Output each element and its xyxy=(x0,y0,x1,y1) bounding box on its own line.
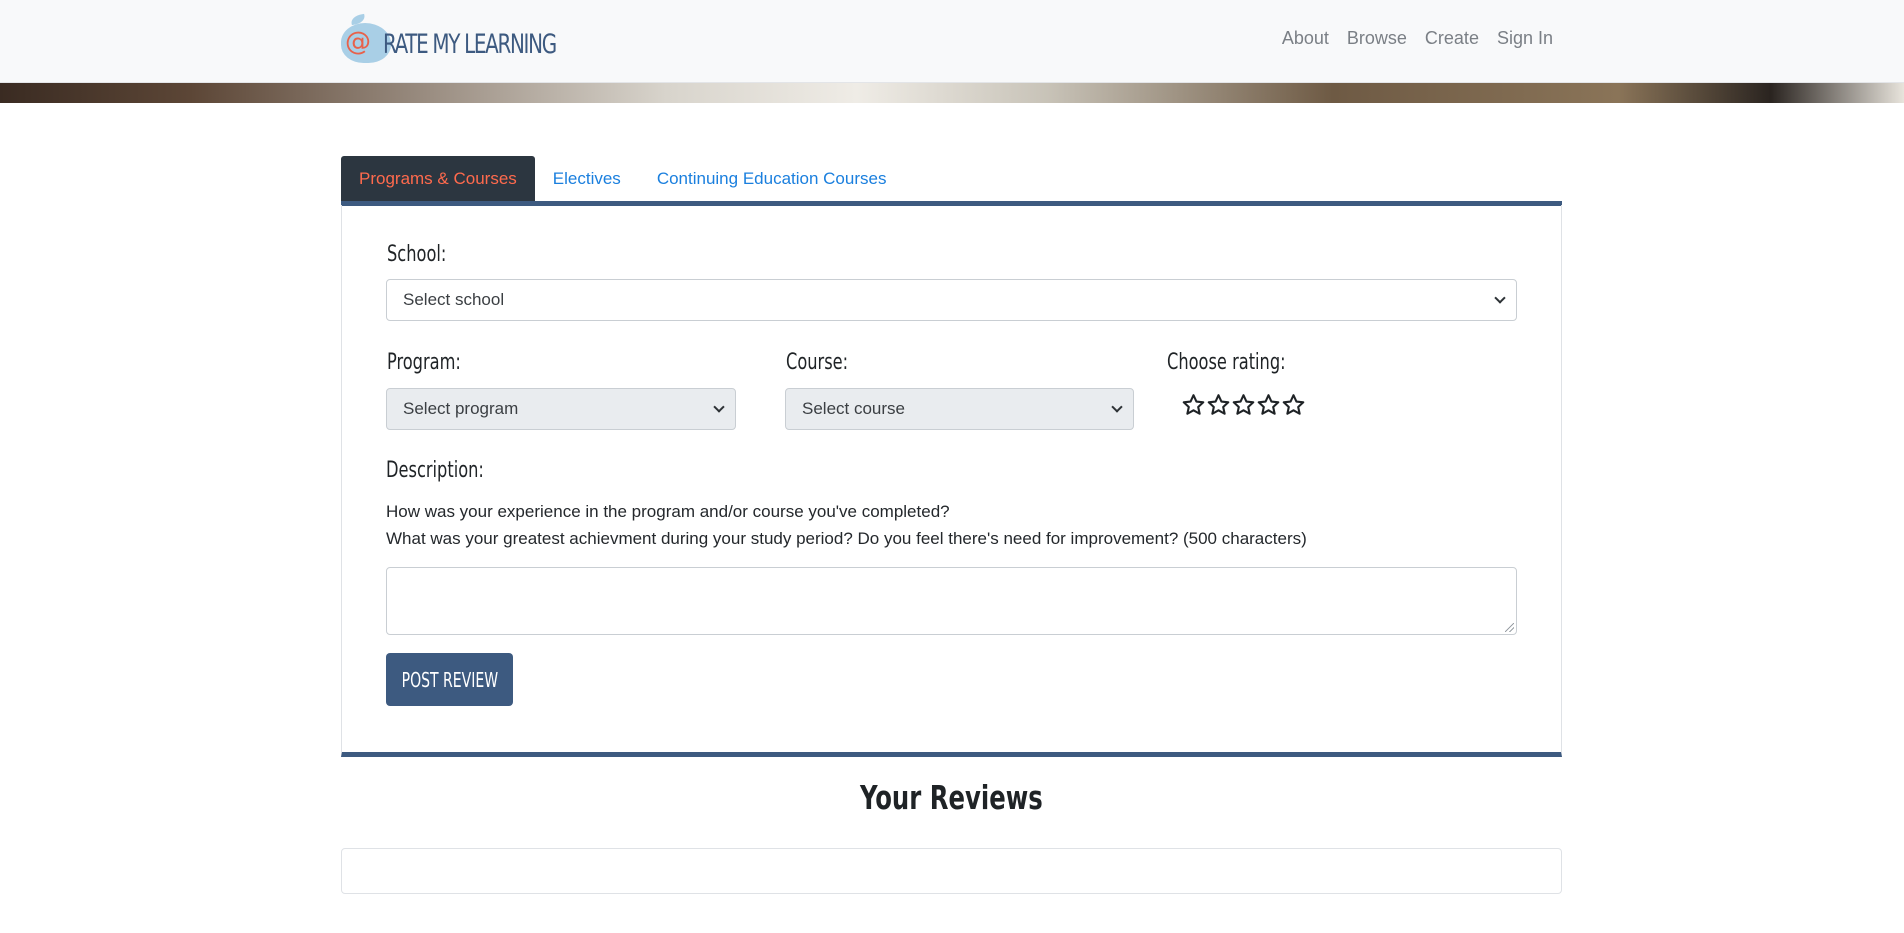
star-icon[interactable] xyxy=(1256,392,1281,418)
star-icon[interactable] xyxy=(1181,392,1206,418)
star-icon[interactable] xyxy=(1231,392,1256,418)
logo-text: RATE MY LEARNING xyxy=(383,28,557,60)
school-select-value: Select school xyxy=(403,290,505,309)
school-select[interactable]: Select school xyxy=(386,279,1517,321)
tab-programs-courses[interactable]: Programs & Courses xyxy=(341,156,535,201)
chevron-down-icon xyxy=(1111,400,1123,413)
program-select[interactable]: Select program xyxy=(386,388,736,430)
course-select[interactable]: Select course xyxy=(785,388,1134,430)
chevron-down-icon xyxy=(1494,291,1506,304)
program-label: Program: xyxy=(387,350,461,375)
hero-image-strip xyxy=(0,83,1904,103)
review-tabs: Programs & Courses Electives Continuing … xyxy=(341,156,904,201)
post-review-label: POST REVIEW xyxy=(401,667,498,692)
course-select-value: Select course xyxy=(802,399,905,418)
program-select-value: Select program xyxy=(403,399,519,418)
tab-electives[interactable]: Electives xyxy=(535,156,639,201)
rating-stars xyxy=(1181,392,1306,418)
chevron-down-icon xyxy=(713,400,725,413)
resize-handle-icon[interactable] xyxy=(1505,623,1514,632)
description-help-line-2: What was your greatest achievment during… xyxy=(386,529,1307,548)
school-label: School: xyxy=(387,242,447,267)
nav-link-browse[interactable]: Browse xyxy=(1347,28,1407,49)
description-textarea[interactable] xyxy=(386,567,1517,635)
tab-continuing-education[interactable]: Continuing Education Courses xyxy=(639,156,905,201)
description-help: How was your experience in the program a… xyxy=(386,498,1307,552)
nav-link-about[interactable]: About xyxy=(1282,28,1329,49)
description-help-line-1: How was your experience in the program a… xyxy=(386,502,950,521)
description-label: Description: xyxy=(386,458,484,483)
your-reviews-heading: Your Reviews xyxy=(860,778,1043,817)
nav-links: About Browse Create Sign In xyxy=(1282,28,1553,49)
course-label: Course: xyxy=(786,350,849,375)
reviews-list xyxy=(341,848,1562,894)
nav-link-create[interactable]: Create xyxy=(1425,28,1479,49)
nav-link-sign-in[interactable]: Sign In xyxy=(1497,28,1553,49)
top-navbar: @ RATE MY LEARNING About Browse Create S… xyxy=(0,0,1904,83)
rating-label: Choose rating: xyxy=(1167,350,1286,375)
post-review-button[interactable]: POST REVIEW xyxy=(386,653,513,706)
star-icon[interactable] xyxy=(1206,392,1231,418)
site-logo[interactable]: @ RATE MY LEARNING xyxy=(341,12,594,64)
star-icon[interactable] xyxy=(1281,392,1306,418)
